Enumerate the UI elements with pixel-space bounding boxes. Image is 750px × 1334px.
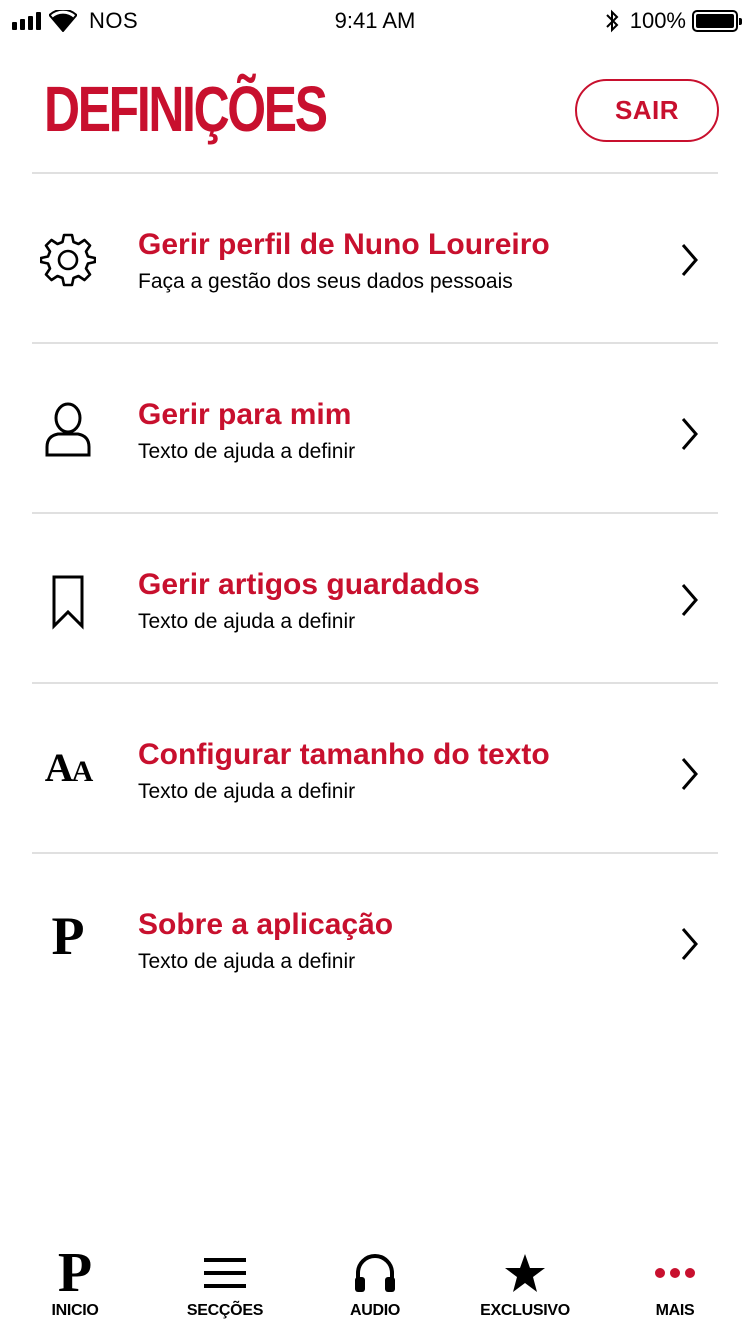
tab-label: AUDIO xyxy=(349,1302,401,1319)
tab-exclusivo[interactable]: EXCLUSIVO xyxy=(450,1234,600,1334)
chevron-right-icon xyxy=(681,928,698,960)
tab-label: SECÇÕES xyxy=(186,1302,264,1319)
tab-label: MAIS xyxy=(655,1302,695,1319)
status-right: 100% xyxy=(604,6,742,36)
page-title: DEFINIÇÕES xyxy=(44,73,328,145)
menu-item-subtitle: Texto de ajuda a definir xyxy=(138,610,356,633)
more-dots-icon xyxy=(600,1248,750,1298)
bluetooth-icon xyxy=(606,9,619,33)
menu-item-title: Gerir para mim xyxy=(138,398,352,431)
menu-item-saved-articles[interactable]: Gerir artigos guardados Texto de ajuda a… xyxy=(0,514,750,684)
text-size-glyph: AA xyxy=(44,745,94,790)
chevron-right-icon xyxy=(681,244,698,276)
menu-item-for-me[interactable]: Gerir para mim Texto de ajuda a definir xyxy=(0,344,750,514)
menu-item-subtitle: Texto de ajuda a definir xyxy=(138,440,356,463)
tab-label: INICIO xyxy=(51,1302,99,1319)
headphones-icon xyxy=(300,1248,450,1298)
tab-label: EXCLUSIVO xyxy=(480,1302,570,1319)
tab-seccoes[interactable]: SECÇÕES xyxy=(150,1234,300,1334)
person-icon xyxy=(36,398,100,462)
tab-inicio[interactable]: P INICIO xyxy=(0,1234,150,1334)
status-bar: NOS 9:41 AM 100% xyxy=(0,0,750,40)
publico-logo-icon: P xyxy=(57,1242,93,1304)
menu-item-title: Gerir artigos guardados xyxy=(138,568,480,601)
menu-item-text-size[interactable]: AA Configurar tamanho do texto Texto de … xyxy=(0,684,750,854)
menu-item-title: Configurar tamanho do texto xyxy=(138,738,550,771)
tab-audio[interactable]: AUDIO xyxy=(300,1234,450,1334)
bookmark-icon xyxy=(36,570,100,634)
chevron-right-icon xyxy=(681,758,698,790)
tab-bar: P INICIO SECÇÕES AUDIO EXCLUSIVO MAIS xyxy=(0,1234,750,1334)
logout-button[interactable]: SAIR xyxy=(575,79,719,142)
battery-percentage: 100% xyxy=(629,8,686,33)
menu-item-subtitle: Faça a gestão dos seus dados pessoais xyxy=(138,270,513,293)
menu-item-title: Sobre a aplicação xyxy=(138,908,394,941)
chevron-right-icon xyxy=(681,418,698,450)
chevron-right-icon xyxy=(681,584,698,616)
menu-item-subtitle: Texto de ajuda a definir xyxy=(138,950,356,973)
text-size-icon: AA xyxy=(36,738,100,802)
star-icon xyxy=(450,1248,600,1298)
menu-item-subtitle: Texto de ajuda a definir xyxy=(138,780,356,803)
tab-mais[interactable]: MAIS xyxy=(600,1234,750,1334)
menu-item-about-app[interactable]: P Sobre a aplicação Texto de ajuda a def… xyxy=(0,854,750,1024)
menu-icon xyxy=(150,1248,300,1298)
battery-icon xyxy=(692,10,742,32)
menu-item-title: Gerir perfil de Nuno Loureiro xyxy=(138,228,550,261)
menu-item-profile[interactable]: Gerir perfil de Nuno Loureiro Faça a ges… xyxy=(0,174,750,344)
publico-logo-icon: P xyxy=(51,906,85,966)
gear-icon xyxy=(36,228,100,292)
